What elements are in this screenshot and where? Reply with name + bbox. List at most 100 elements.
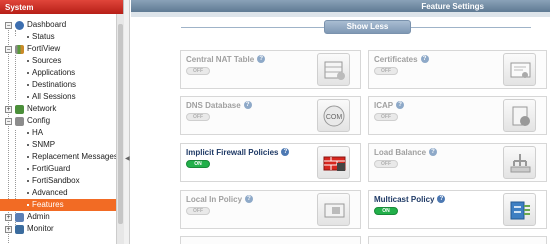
feature-card-icap: ICAP? OFF xyxy=(368,96,547,135)
sidebar-item-dashboard[interactable]: − Dashboard xyxy=(0,19,116,31)
svg-text:COM: COM xyxy=(326,114,343,121)
feature-card-implicit-firewall-policies: Implicit Firewall Policies? ON xyxy=(180,143,361,182)
sidebar-item-label: SNMP xyxy=(32,140,56,149)
collapse-icon[interactable]: − xyxy=(5,46,12,53)
show-less-button[interactable]: Show Less xyxy=(324,20,411,34)
sidebar-item-label: Features xyxy=(32,200,64,209)
sidebar-item-label: Sources xyxy=(32,56,62,65)
help-icon[interactable]: ? xyxy=(437,195,446,203)
help-icon[interactable]: ? xyxy=(396,101,405,109)
sidebar-title: System xyxy=(0,0,123,14)
sidebar-item-label: HA xyxy=(32,128,44,137)
feature-title: DNS Database? xyxy=(186,101,252,110)
sidebar-item-label: FortiGuard xyxy=(32,164,71,173)
multicast-icon xyxy=(503,193,536,226)
monitor-icon xyxy=(15,225,24,234)
feature-toggle[interactable]: OFF xyxy=(186,207,210,215)
load-balance-icon xyxy=(503,146,536,179)
feature-toggle[interactable]: ON xyxy=(186,160,210,168)
collapse-icon[interactable]: − xyxy=(5,118,12,125)
sidebar-item-fortiview[interactable]: − FortiView xyxy=(0,43,116,55)
help-icon[interactable]: ? xyxy=(420,55,429,63)
feature-card-partial xyxy=(368,236,547,244)
sidebar-item-ha[interactable]: HA xyxy=(0,127,116,139)
feature-toggle[interactable]: OFF xyxy=(186,113,210,121)
sidebar-item-applications[interactable]: Applications xyxy=(0,67,116,79)
sidebar-item-fortisandbox[interactable]: FortiSandbox xyxy=(0,175,116,187)
main-panel: Feature Settings Show Less Central NAT T… xyxy=(131,0,550,244)
sidebar-item-status[interactable]: Status xyxy=(0,31,116,43)
sidebar-item-admin[interactable]: + Admin xyxy=(0,211,116,223)
page-title: Feature Settings xyxy=(131,0,550,12)
sidebar-item-config[interactable]: − Config xyxy=(0,115,116,127)
sidebar-item-label: Monitor xyxy=(27,224,54,233)
feature-card-local-in-policy: Local In Policy? OFF xyxy=(180,190,361,229)
help-icon[interactable]: ? xyxy=(281,148,290,156)
sidebar-item-snmp[interactable]: SNMP xyxy=(0,139,116,151)
sidebar-item-label: Status xyxy=(32,32,55,41)
scrollbar-thumb[interactable] xyxy=(118,24,123,224)
help-icon[interactable]: ? xyxy=(257,55,266,63)
sidebar-item-network[interactable]: + Network xyxy=(0,103,116,115)
expand-icon[interactable]: + xyxy=(5,106,12,113)
firewall-icon xyxy=(317,146,350,179)
feature-card-central-nat-table: Central NAT Table? OFF xyxy=(180,50,361,89)
pane-splitter[interactable]: ◀ xyxy=(124,0,130,244)
feature-title: Implicit Firewall Policies? xyxy=(186,148,290,157)
feature-card-multicast-policy: Multicast Policy? ON xyxy=(368,190,547,229)
help-icon[interactable]: ? xyxy=(245,195,254,203)
feature-card-dns-database: DNS Database? OFF COM xyxy=(180,96,361,135)
sidebar-item-advanced[interactable]: Advanced xyxy=(0,187,116,199)
nat-table-icon xyxy=(317,53,350,86)
nav-tree: − Dashboard Status − FortiView Sources A… xyxy=(0,14,123,244)
collapse-icon[interactable]: − xyxy=(5,22,12,29)
feature-card-load-balance: Load Balance? OFF xyxy=(368,143,547,182)
sidebar-item-sources[interactable]: Sources xyxy=(0,55,116,67)
feature-title: Load Balance? xyxy=(374,148,438,157)
sidebar-item-replacement-messages[interactable]: Replacement Messages xyxy=(0,151,118,163)
feature-toggle[interactable]: OFF xyxy=(374,67,398,75)
sidebar-item-label: FortiView xyxy=(27,44,61,53)
local-in-policy-icon xyxy=(317,193,350,226)
sidebar-item-all-sessions[interactable]: All Sessions xyxy=(0,91,116,103)
icap-icon xyxy=(503,99,536,132)
help-icon[interactable]: ? xyxy=(429,148,438,156)
feature-toggle[interactable]: OFF xyxy=(374,113,398,121)
feature-toggle[interactable]: ON xyxy=(374,207,398,215)
sidebar-item-label: All Sessions xyxy=(32,92,76,101)
expand-icon[interactable]: + xyxy=(5,226,12,233)
sidebar-item-monitor[interactable]: + Monitor xyxy=(0,223,116,235)
dns-com-icon: COM xyxy=(317,99,350,132)
fortiview-icon xyxy=(15,45,24,54)
sidebar-item-label: Replacement Messages xyxy=(32,152,118,161)
feature-title: Central NAT Table? xyxy=(186,55,266,64)
sidebar-scrollbar[interactable] xyxy=(116,14,124,244)
feature-title: Local In Policy? xyxy=(186,195,254,204)
sidebar-item-label: Network xyxy=(27,104,57,113)
sidebar-item-label: FortiSandbox xyxy=(32,176,80,185)
config-icon xyxy=(15,117,24,126)
dashboard-icon xyxy=(15,21,24,30)
sidebar-item-destinations[interactable]: Destinations xyxy=(0,79,116,91)
feature-title: Certificates? xyxy=(374,55,429,64)
sidebar-item-features[interactable]: Features xyxy=(0,199,116,211)
feature-toggle[interactable]: OFF xyxy=(374,160,398,168)
sidebar-item-label: Destinations xyxy=(32,80,77,89)
feature-title: Multicast Policy? xyxy=(374,195,446,204)
help-icon[interactable]: ? xyxy=(243,101,252,109)
sidebar-item-fortiguard[interactable]: FortiGuard xyxy=(0,163,116,175)
feature-card-partial xyxy=(180,236,361,244)
expand-icon[interactable]: + xyxy=(5,214,12,221)
admin-icon xyxy=(15,213,24,222)
sidebar-item-label: Config xyxy=(27,116,51,125)
sidebar-item-label: Admin xyxy=(27,212,50,221)
feature-toggle[interactable]: OFF xyxy=(186,67,210,75)
collapse-arrow-icon[interactable]: ◀ xyxy=(125,155,130,162)
network-icon xyxy=(15,105,24,114)
certificate-icon xyxy=(503,53,536,86)
sidebar-item-label: Applications xyxy=(32,68,76,77)
feature-card-certificates: Certificates? OFF xyxy=(368,50,547,89)
sidebar-item-label: Dashboard xyxy=(27,20,67,29)
sidebar: System − Dashboard Status − FortiView So… xyxy=(0,0,124,244)
sidebar-item-label: Advanced xyxy=(32,188,68,197)
